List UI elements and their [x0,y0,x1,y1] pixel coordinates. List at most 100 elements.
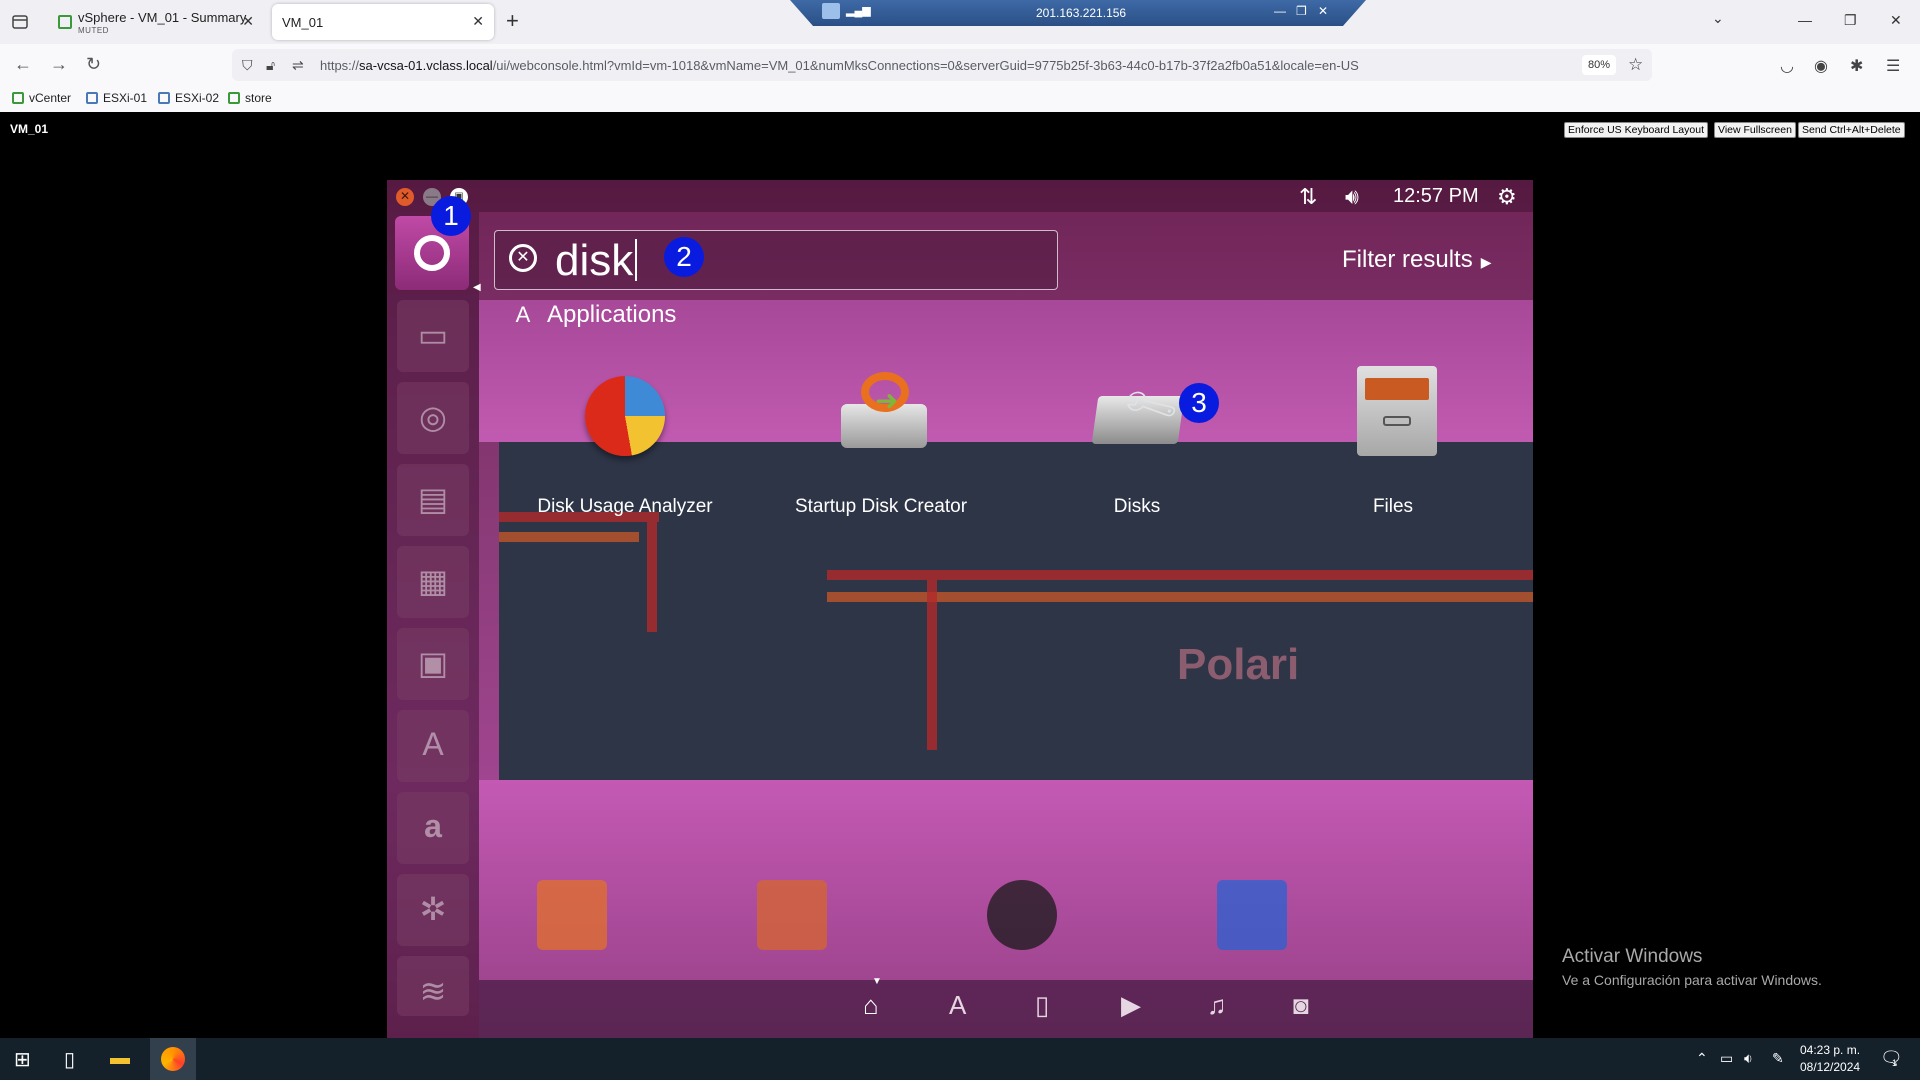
background-lower-area [479,780,1533,980]
volume-icon[interactable]: 🔊︎ [1345,184,1359,210]
result-disks[interactable]: 🔧︎ Disks [1022,366,1252,518]
bookmark-label: store [245,91,272,105]
launcher-impress-item[interactable]: ▣ [397,628,469,700]
shield-icon[interactable]: ⛉ [242,57,253,74]
signal-icon: ▂▄▆ [846,5,871,17]
rdp-minimize-icon[interactable]: — [1274,4,1286,18]
rdp-connection-bar: ▂▄▆ 201.163.221.156 — ❐ ✕ [790,0,1366,26]
network-tray-icon[interactable]: ▭ [1720,1050,1733,1067]
home-lens-icon[interactable]: ⌂ [863,990,879,1021]
send-ctrl-alt-delete-button[interactable]: Send Ctrl+Alt+Delete [1798,122,1905,138]
bookmark-esxi-01[interactable]: ESXi-01 [86,91,147,105]
stack-icon: ≋ [419,973,447,1009]
bookmark-star-icon[interactable]: ☆ [1628,55,1643,75]
search-query-text[interactable]: disk [555,236,638,286]
tab-vm-01[interactable]: VM_01 ✕ [272,4,494,40]
result-label: Disks [1113,496,1161,517]
bookmark-label: ESXi-01 [103,91,148,105]
firefox-taskbar-button[interactable] [150,1038,196,1080]
rdp-restore-icon[interactable]: ❐ [1296,4,1307,18]
forward-arrow-icon[interactable]: → [50,54,68,75]
tab-list-icon[interactable] [8,10,32,34]
bookmark-vcenter[interactable]: vCenter [12,91,71,105]
clear-search-icon[interactable]: ✕ [509,244,537,272]
launcher-files-item[interactable]: ▭ [397,300,469,372]
browser-tab-bar: vSphere - VM_01 - Summary MUTED ✕ VM_01 … [0,0,1920,44]
calc-icon: ▦ [417,563,449,599]
tab-muted-label: MUTED [78,26,109,35]
window-minimize-button[interactable]: — [1798,12,1812,28]
tab-overflow-chevron-icon[interactable]: ⌄ [1712,10,1724,27]
result-startup-disk-creator[interactable]: ➜ Startup Disk Creator [766,366,996,518]
launcher-calc-item[interactable]: ▦ [397,546,469,618]
dash-search-input[interactable]: ✕ disk [494,230,1058,290]
menu-icon[interactable]: ☰ [1886,56,1900,76]
url-host: sa-vcsa-01.vclass.local [359,58,493,73]
launcher-settings-item[interactable]: ✲ [397,874,469,946]
enforce-us-keyboard-button[interactable]: Enforce US Keyboard Layout [1564,122,1708,138]
pin-icon[interactable] [822,3,840,19]
window-close-button[interactable]: ✕ [1890,12,1902,29]
amazon-icon: a [424,808,442,844]
background-stripe [927,580,937,750]
view-fullscreen-button[interactable]: View Fullscreen [1714,122,1796,138]
result-files[interactable]: Files [1278,366,1508,518]
music-lens-icon[interactable]: ♫ [1207,990,1227,1021]
notification-count: 1 [1892,1058,1898,1068]
zoom-level-badge[interactable]: 80% [1582,55,1616,75]
lock-warning-icon[interactable]: 🔓︎ [266,57,275,74]
step-marker-3: 3 [1179,383,1219,423]
launcher-firefox-item[interactable]: ◎ [397,382,469,454]
firefox-icon [161,1047,185,1071]
pen-tray-icon[interactable]: ✎ [1772,1050,1784,1067]
bookmark-label: ESXi-02 [175,91,220,105]
address-bar[interactable]: ⛉ 🔓︎ ⇌ https://sa-vcsa-01.vclass.local/u… [232,49,1652,81]
windows-start-icon[interactable]: ⊞ [14,1047,31,1072]
tab-close-icon[interactable]: ✕ [472,13,484,30]
bookmark-esxi-02[interactable]: ESXi-02 [158,91,219,105]
dash-close-button[interactable]: ✕ [396,188,414,206]
tray-overflow-icon[interactable]: ⌃ [1696,1050,1708,1067]
bookmark-store[interactable]: store [228,91,272,105]
launcher-trash-item[interactable]: ≋ [397,956,469,1016]
esxi-icon [158,92,170,104]
reload-icon[interactable]: ↻ [86,54,101,75]
account-icon[interactable]: ◉ [1814,56,1828,76]
file-explorer-icon[interactable]: ▬ [110,1047,130,1070]
launcher-writer-item[interactable]: ▤ [397,464,469,536]
taskbar-clock[interactable]: 04:23 p. m. 08/12/2024 [1800,1042,1860,1076]
filter-results-button[interactable]: Filter results ▶ [1342,246,1491,274]
rdp-close-icon[interactable]: ✕ [1318,4,1328,18]
video-lens-icon[interactable]: ▶ [1121,990,1141,1021]
taskbar-date: 08/12/2024 [1800,1060,1861,1074]
pocket-icon[interactable]: ◡ [1780,56,1794,76]
dash-lens-bar: ▼ ⌂ A ▯ ▶ ♫ ◙ [479,976,1533,1040]
back-arrow-icon[interactable]: ← [14,54,32,75]
software-center-icon: A [422,726,444,762]
url-text[interactable]: https://sa-vcsa-01.vclass.local/ui/webco… [320,58,1359,73]
photo-lens-icon[interactable]: ◙ [1293,990,1309,1021]
launcher-software-item[interactable]: A [397,710,469,782]
tab-vsphere-summary[interactable]: vSphere - VM_01 - Summary MUTED ✕ [50,4,264,40]
result-label: Files [1372,496,1414,517]
tab-close-icon[interactable]: ✕ [242,13,254,30]
launcher-amazon-item[interactable]: a [397,792,469,864]
window-maximize-button[interactable]: ❐ [1844,12,1857,29]
ubuntu-clock[interactable]: 12:57 PM [1393,185,1479,208]
background-stripe [499,532,639,542]
new-tab-button[interactable]: + [506,8,519,34]
background-blur-text: Polari [1177,640,1300,689]
vm-screen[interactable]: Polari ✕ — ▣ ⇅ 🔊︎ 12:57 PM ⚙ ◀ ▭ ◎ ▤ ▦ ▣… [387,180,1533,1040]
extensions-icon[interactable]: ✱ [1850,56,1863,76]
network-icon[interactable]: ⇅ [1299,184,1317,210]
applications-lens-icon[interactable]: A [949,990,966,1021]
browser-nav-bar: ← → ↻ ⛉ 🔓︎ ⇌ https://sa-vcsa-01.vclass.l… [0,44,1920,86]
document-icon[interactable]: ▯ [64,1047,75,1072]
permissions-icon[interactable]: ⇌ [292,57,304,74]
filter-results-label: Filter results [1342,246,1473,273]
taskbar-time: 04:23 p. m. [1800,1043,1861,1057]
system-gear-icon[interactable]: ⚙ [1497,184,1517,210]
files-lens-icon[interactable]: ▯ [1035,990,1049,1021]
result-disk-usage-analyzer[interactable]: Disk Usage Analyzer [510,366,740,518]
volume-tray-icon[interactable]: 🔉︎ [1744,1050,1753,1067]
